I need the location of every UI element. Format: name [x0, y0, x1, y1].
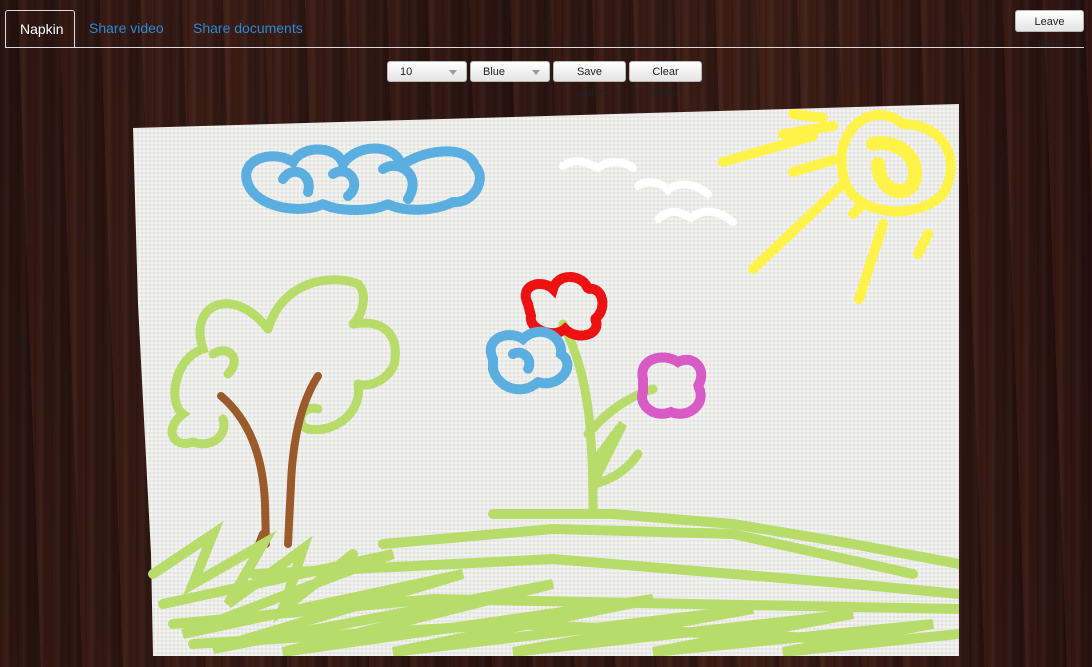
clear-napkin-button[interactable]: Clear napkin [629, 61, 702, 99]
leave-table-button[interactable]: Leave table [1015, 10, 1084, 50]
brush-size-select[interactable]: 10 [387, 61, 467, 82]
tab-napkin[interactable]: Napkin [5, 10, 75, 48]
brush-size-value: 10 [400, 66, 413, 78]
save-napkin-button[interactable]: Save napkin [553, 61, 626, 99]
chevron-down-icon [532, 70, 540, 75]
tab-share-documents[interactable]: Share documents [179, 10, 317, 47]
brush-color-value: Blue [483, 66, 506, 78]
tab-share-video[interactable]: Share video [75, 10, 178, 47]
tab-bar: Napkin Share video Share documents [5, 10, 1084, 48]
napkin-canvas[interactable] [133, 104, 959, 656]
brush-color-select[interactable]: Blue [470, 61, 550, 82]
chevron-down-icon [449, 70, 457, 75]
